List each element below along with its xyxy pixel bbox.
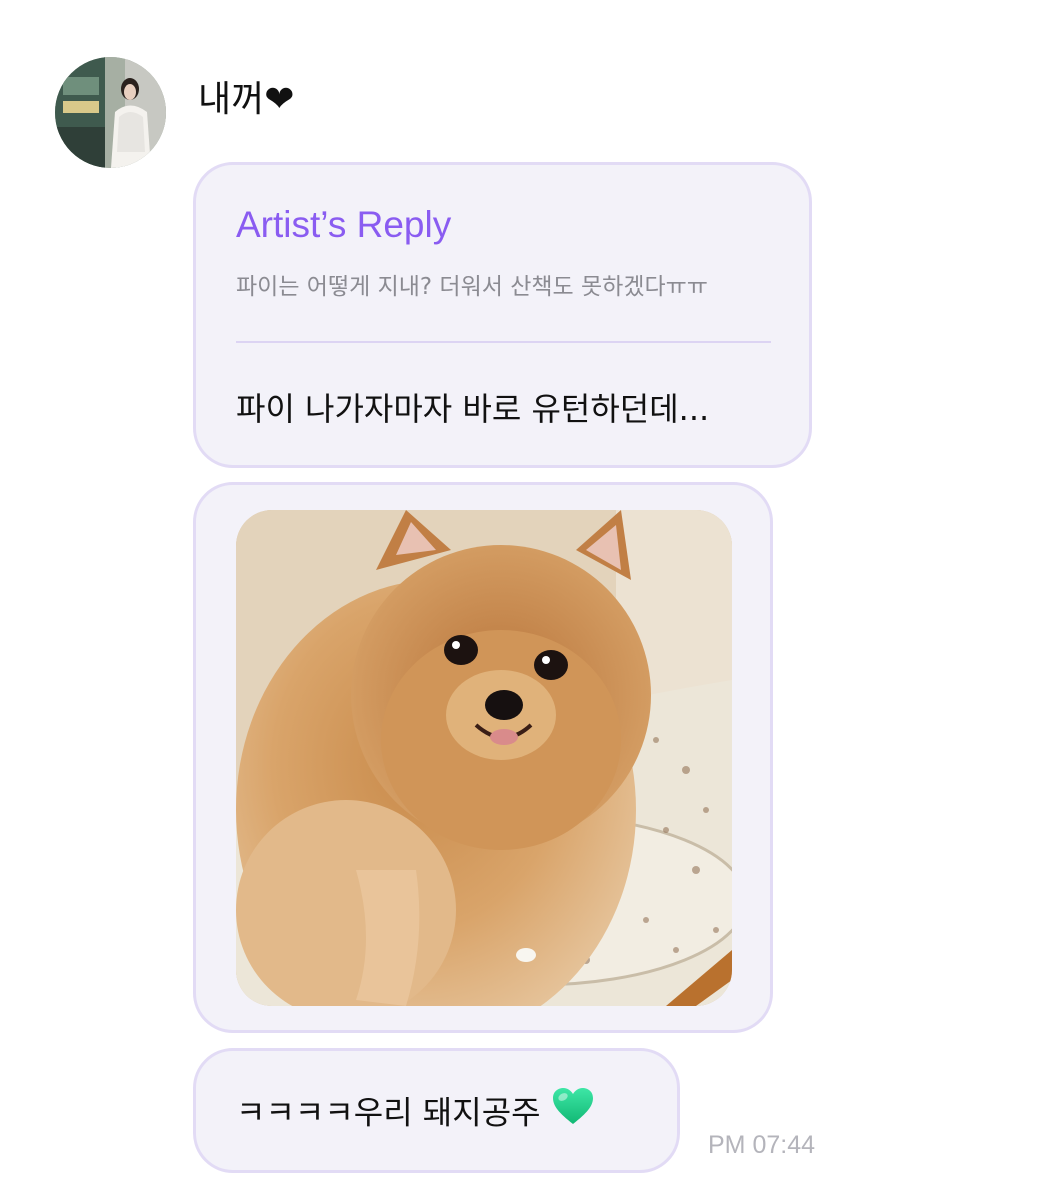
quoted-message: 파이는 어떻게 지내? 더워서 산책도 못하겠다ㅠㅠ — [236, 274, 708, 300]
sender-avatar[interactable] — [55, 57, 166, 168]
sender-name: 내꺼❤ — [198, 79, 295, 120]
reply-divider — [236, 341, 771, 343]
message-timestamp: PM 07:44 — [708, 1131, 816, 1159]
artist-reply-bubble[interactable]: Artist’s Reply 파이는 어떻게 지내? 더워서 산책도 못하겠다ㅠ… — [193, 162, 812, 468]
green-heart-icon — [551, 1086, 595, 1137]
reply-answer: 파이 나가자마자 바로 유턴하던데... — [236, 390, 710, 428]
reply-title: Artist’s Reply — [236, 204, 452, 245]
pomeranian-image — [236, 510, 732, 1006]
avatar-photo — [55, 57, 166, 168]
text-message-bubble[interactable]: ㅋㅋㅋㅋ우리 돼지공주 — [193, 1048, 680, 1173]
photo-message-bubble[interactable] — [193, 482, 773, 1033]
dog-photo[interactable] — [236, 510, 732, 1006]
message-text: ㅋㅋㅋㅋ우리 돼지공주 — [236, 1093, 541, 1132]
message-text-row: ㅋㅋㅋㅋ우리 돼지공주 — [236, 1086, 595, 1140]
